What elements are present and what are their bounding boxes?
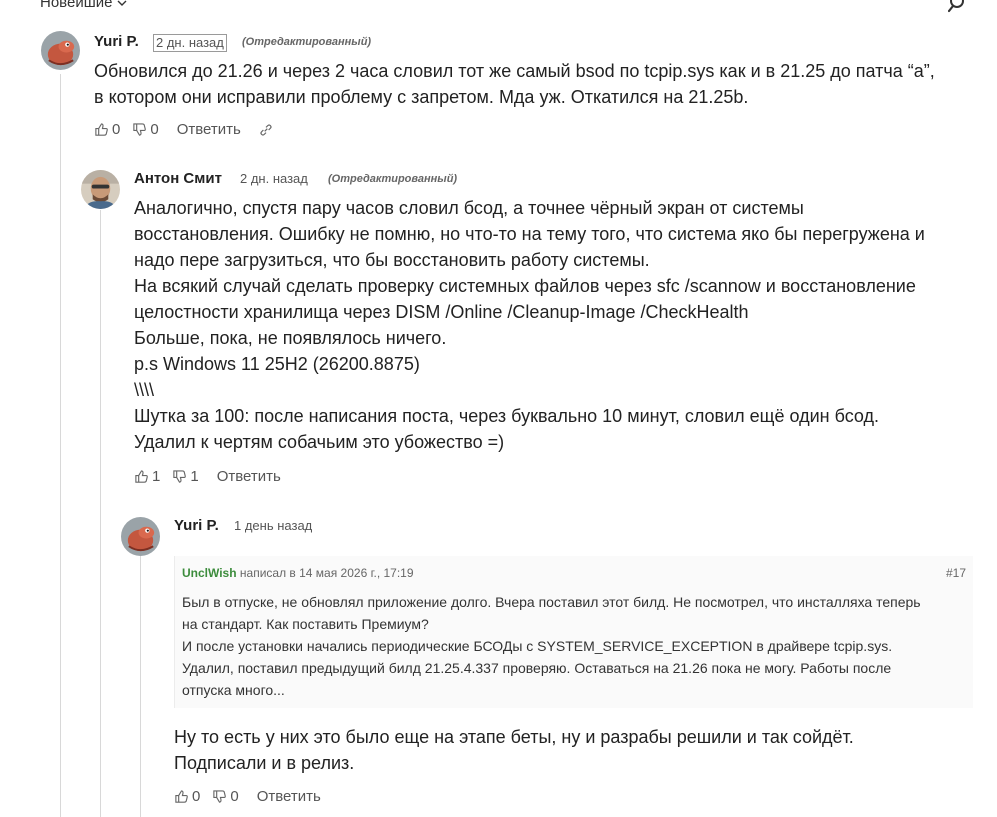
comment-body: Ну то есть у них это было еще на этапе б… bbox=[174, 724, 854, 776]
thumb-up-icon bbox=[135, 470, 148, 483]
comment-text-line: p.s Windows 11 25H2 (26200.8875) bbox=[134, 354, 420, 374]
comment-text-line: Аналогично, спустя пару часов словил бсо… bbox=[134, 198, 804, 218]
comment-author[interactable]: Yuri P. bbox=[174, 517, 219, 534]
avatar[interactable] bbox=[81, 170, 120, 209]
comment-author[interactable]: Yuri P. bbox=[94, 33, 139, 50]
thumb-up-icon bbox=[175, 790, 188, 803]
chevron-down-icon bbox=[117, 0, 127, 6]
comment-author[interactable]: Антон Смит bbox=[134, 170, 222, 187]
thread-line bbox=[60, 74, 61, 817]
reply-button[interactable]: Ответить bbox=[257, 788, 321, 805]
comment-text-line: целостности хранилища через DISM /Online… bbox=[134, 302, 749, 322]
quote-text-line: Удалил, поставил предыдущий билд 21.25.4… bbox=[182, 660, 892, 676]
dislike-button[interactable]: 0 bbox=[212, 788, 239, 805]
thumb-down-icon bbox=[173, 470, 187, 483]
lizard-avatar bbox=[41, 31, 80, 70]
edited-label: (Отредактированный) bbox=[242, 36, 372, 48]
quote-text-line: на стандарт. Как поставить Премиум? bbox=[182, 616, 429, 632]
thread-line bbox=[140, 556, 141, 817]
comment-text-line: Больше, пока, не появлялось ничего. bbox=[134, 328, 447, 348]
dislike-count: 0 bbox=[150, 121, 159, 138]
lizard-avatar bbox=[121, 517, 160, 556]
avatar[interactable] bbox=[121, 517, 160, 556]
like-button[interactable]: 1 bbox=[134, 468, 160, 485]
comment-body: Аналогично, спустя пару часов словил бсо… bbox=[134, 195, 925, 455]
quote-post-number[interactable]: #17 bbox=[946, 566, 966, 580]
dislike-count: 1 bbox=[190, 468, 199, 485]
comment-timestamp[interactable]: 1 день назад bbox=[234, 518, 312, 533]
reply-button[interactable]: Ответить bbox=[177, 121, 241, 138]
quote-body: Был в отпуске, не обновлял приложение до… bbox=[182, 591, 921, 701]
like-count: 0 bbox=[192, 788, 201, 805]
quote-text-line: И после установки начались периодические… bbox=[182, 638, 893, 654]
sort-dropdown[interactable]: Новейшие bbox=[40, 0, 128, 11]
thumb-down-icon bbox=[213, 790, 227, 803]
quote-text-line: Был в отпуске, не обновлял приложение до… bbox=[182, 594, 921, 610]
like-count: 1 bbox=[152, 468, 161, 485]
copy-link-button[interactable] bbox=[259, 123, 273, 137]
thumb-up-icon bbox=[95, 123, 108, 136]
comment-timestamp[interactable]: 2 дн. назад bbox=[240, 171, 308, 186]
quote-text-line: отпуска много... bbox=[182, 682, 285, 698]
thumb-down-icon bbox=[133, 123, 147, 136]
person-photo-avatar bbox=[81, 170, 120, 209]
quote-header: UnclWish написал в 14 мая 2026 г., 17:19 bbox=[182, 566, 414, 580]
sort-label: Новейшие bbox=[40, 0, 113, 11]
comment-actions: 0 0 Ответить bbox=[94, 121, 273, 138]
like-button[interactable]: 0 bbox=[174, 788, 200, 805]
comment-actions: 0 0 Ответить bbox=[174, 788, 321, 805]
comment-text-line: На всякий случай сделать проверку систем… bbox=[134, 276, 916, 296]
comment-timestamp[interactable]: 2 дн. назад bbox=[153, 34, 227, 52]
comment-text-line: Обновился до 21.26 и через 2 часа словил… bbox=[94, 61, 935, 81]
comment-text-line: Подписали и в релиз. bbox=[174, 753, 355, 773]
dislike-count: 0 bbox=[230, 788, 239, 805]
dislike-button[interactable]: 0 bbox=[132, 121, 159, 138]
comment-body: Обновился до 21.26 и через 2 часа словил… bbox=[94, 58, 935, 110]
link-icon bbox=[260, 123, 272, 136]
comment-text-line: \\\\ bbox=[134, 380, 155, 400]
comment-text-line: в котором они исправили проблему с запре… bbox=[94, 87, 749, 107]
comment-text-line: Ну то есть у них это было еще на этапе б… bbox=[174, 727, 854, 747]
search-icon[interactable] bbox=[948, 0, 968, 14]
avatar[interactable] bbox=[41, 31, 80, 70]
quote-author[interactable]: UnclWish bbox=[182, 566, 237, 580]
comment-text-line: Удалил к чертям собачьим это убожество =… bbox=[134, 432, 505, 452]
comment-text-line: надо пере загрузиться, что бы восстанови… bbox=[134, 250, 650, 270]
comment-text-line: Шутка за 100: после написания поста, чер… bbox=[134, 406, 880, 426]
like-count: 0 bbox=[112, 121, 121, 138]
comment-text-line: восстановления. Ошибку не помню, но что-… bbox=[134, 224, 925, 244]
reply-button[interactable]: Ответить bbox=[217, 468, 281, 485]
comment-actions: 1 1 Ответить bbox=[134, 468, 281, 485]
quote-meta: написал в 14 мая 2026 г., 17:19 bbox=[236, 566, 414, 580]
dislike-button[interactable]: 1 bbox=[172, 468, 199, 485]
like-button[interactable]: 0 bbox=[94, 121, 120, 138]
edited-label: (Отредактированный) bbox=[328, 173, 458, 185]
thread-line bbox=[100, 210, 101, 817]
